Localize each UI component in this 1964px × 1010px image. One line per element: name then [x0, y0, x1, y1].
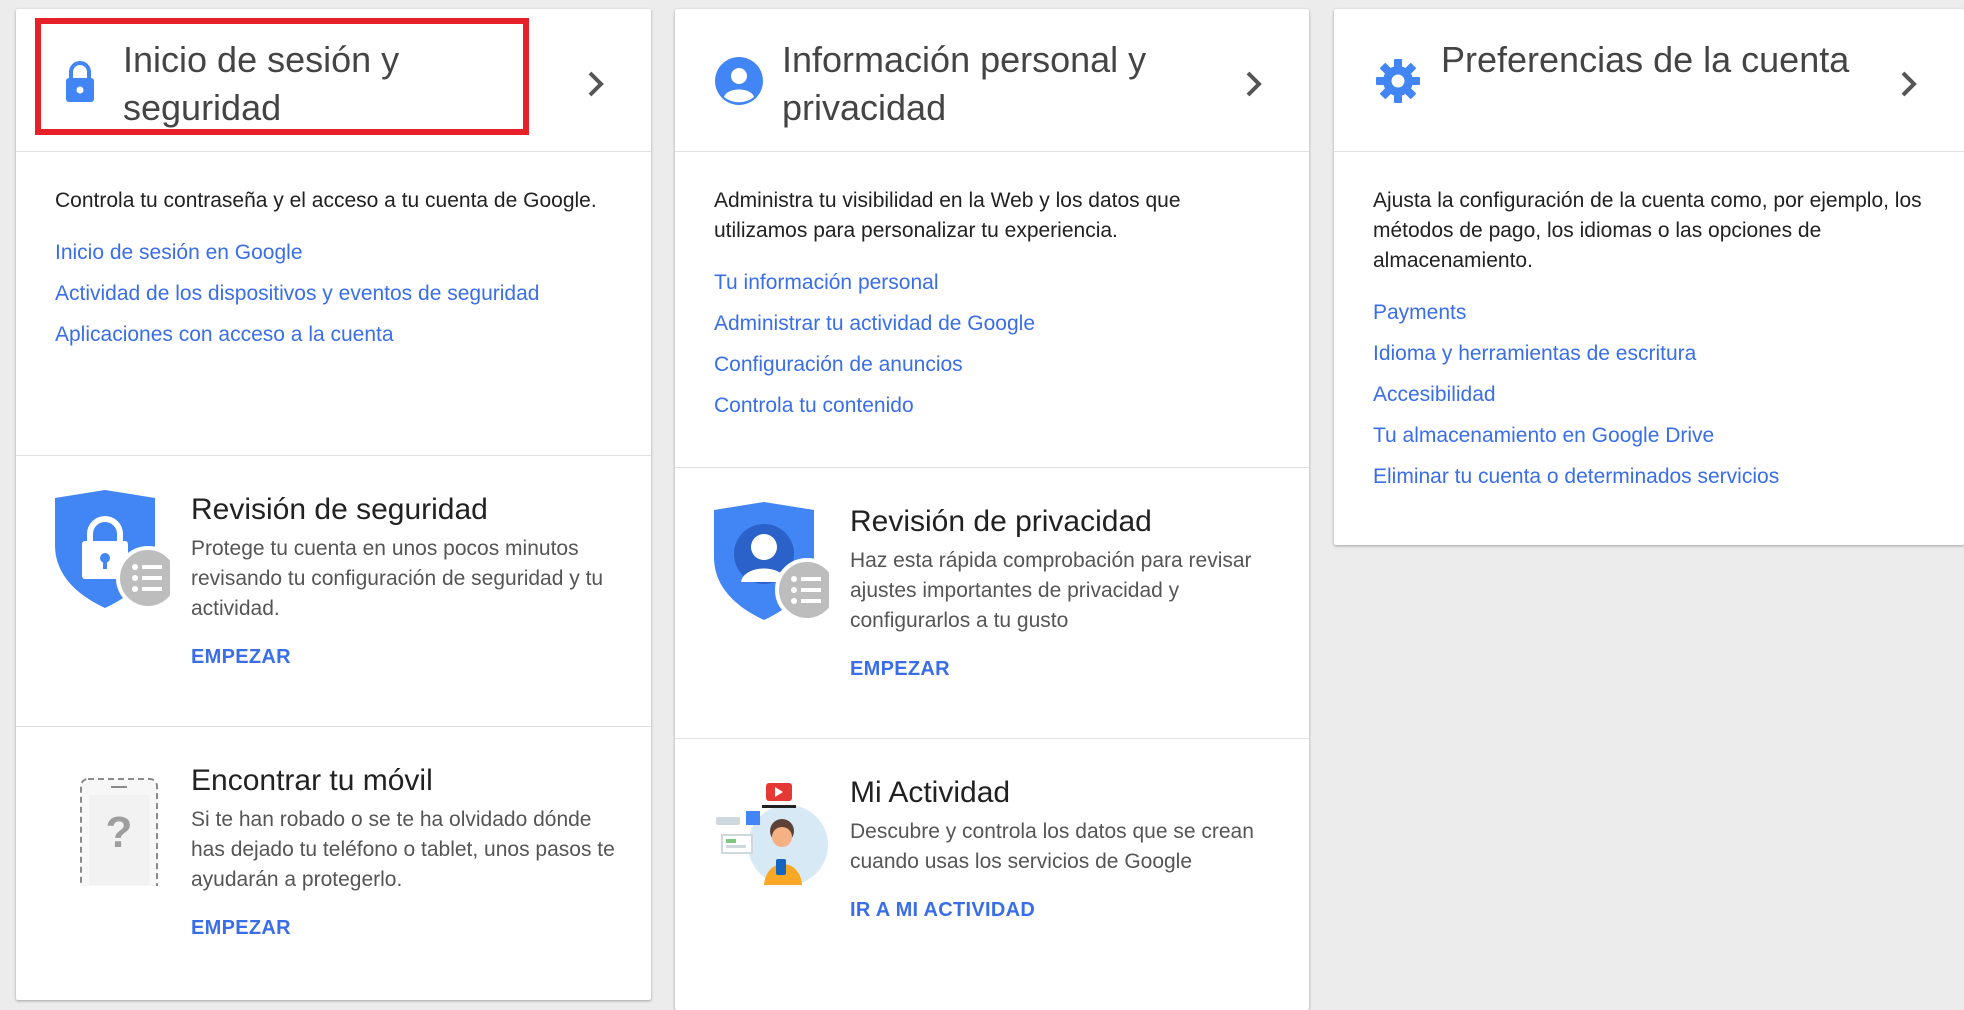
highlight-box — [35, 18, 529, 135]
privacy-shield-icon — [714, 502, 839, 627]
card-intro: Ajusta la configuración de la cuenta com… — [1334, 152, 1964, 492]
card-header[interactable]: Preferencias de la cuenta — [1334, 9, 1964, 152]
feature-description: Si te han robado o se te ha olvidado dón… — [191, 808, 615, 891]
feature-description: Haz esta rápida comprobación para revisa… — [850, 549, 1252, 632]
link-connected-apps[interactable]: Aplicaciones con acceso a la cuenta — [55, 320, 611, 350]
svg-text:?: ? — [106, 808, 133, 857]
link-payments[interactable]: Payments — [1373, 298, 1924, 328]
card-personal-info-privacy: Información personal y privacidad Admini… — [675, 9, 1309, 1010]
card-sign-in-security: Inicio de sesión y seguridad Controla tu… — [16, 9, 651, 1000]
start-privacy-checkup-button[interactable]: EMPEZAR — [850, 658, 950, 681]
card-description: Administra tu visibilidad en la Web y lo… — [714, 189, 1181, 242]
link-list: Tu información personal Administrar tu a… — [714, 268, 1269, 421]
feature-my-activity: Mi Actividad Descubre y controla los dat… — [675, 739, 1309, 1009]
gear-icon — [1374, 57, 1422, 105]
feature-security-checkup: Revisión de seguridad Protege tu cuenta … — [16, 456, 651, 727]
link-delete-account[interactable]: Eliminar tu cuenta o determinados servic… — [1373, 462, 1924, 492]
start-find-phone-button[interactable]: EMPEZAR — [191, 917, 291, 940]
feature-description: Protege tu cuenta en unos pocos minutos … — [191, 537, 604, 620]
feature-privacy-checkup: Revisión de privacidad Haz esta rápida c… — [675, 468, 1309, 739]
go-to-my-activity-button[interactable]: IR A MI ACTIVIDAD — [850, 899, 1035, 922]
feature-title: Revisión de seguridad — [191, 493, 488, 526]
link-drive-storage[interactable]: Tu almacenamiento en Google Drive — [1373, 421, 1924, 451]
card-intro: Controla tu contraseña y el acceso a tu … — [16, 152, 651, 456]
card-description: Controla tu contraseña y el acceso a tu … — [55, 189, 597, 212]
link-sign-in-google[interactable]: Inicio de sesión en Google — [55, 238, 611, 268]
link-control-content[interactable]: Controla tu contenido — [714, 391, 1269, 421]
link-personal-info[interactable]: Tu información personal — [714, 268, 1269, 298]
feature-find-phone: ? Encontrar tu móvil Si te han robado o … — [16, 727, 651, 997]
my-activity-illustration-icon — [714, 773, 829, 898]
feature-description: Descubre y controla los datos que se cre… — [850, 820, 1254, 873]
link-device-activity[interactable]: Actividad de los dispositivos y eventos … — [55, 279, 611, 309]
chevron-right-icon[interactable] — [1898, 69, 1920, 99]
card-header[interactable]: Inicio de sesión y seguridad — [16, 9, 651, 152]
card-account-preferences: Preferencias de la cuenta Ajusta la conf… — [1334, 9, 1964, 545]
link-manage-activity[interactable]: Administrar tu actividad de Google — [714, 309, 1269, 339]
start-security-checkup-button[interactable]: EMPEZAR — [191, 646, 291, 669]
link-list: Payments Idioma y herramientas de escrit… — [1373, 298, 1924, 492]
card-description: Ajusta la configuración de la cuenta com… — [1373, 189, 1922, 272]
chevron-right-icon[interactable] — [1243, 69, 1265, 99]
feature-title: Mi Actividad — [850, 776, 1011, 809]
card-title: Información personal y privacidad — [782, 39, 1147, 128]
card-intro: Administra tu visibilidad en la Web y lo… — [675, 152, 1309, 468]
link-accessibility[interactable]: Accesibilidad — [1373, 380, 1924, 410]
feature-title: Revisión de privacidad — [850, 505, 1152, 538]
link-ad-settings[interactable]: Configuración de anuncios — [714, 350, 1269, 380]
feature-title: Encontrar tu móvil — [191, 764, 433, 797]
link-list: Inicio de sesión en Google Actividad de … — [55, 238, 611, 350]
person-icon — [715, 57, 763, 105]
phone-question-icon: ? — [55, 761, 170, 904]
link-language-tools[interactable]: Idioma y herramientas de escritura — [1373, 339, 1924, 369]
card-title: Preferencias de la cuenta — [1441, 39, 1850, 80]
chevron-right-icon[interactable] — [585, 69, 607, 99]
security-shield-icon — [55, 490, 180, 615]
card-header[interactable]: Información personal y privacidad — [675, 9, 1309, 152]
